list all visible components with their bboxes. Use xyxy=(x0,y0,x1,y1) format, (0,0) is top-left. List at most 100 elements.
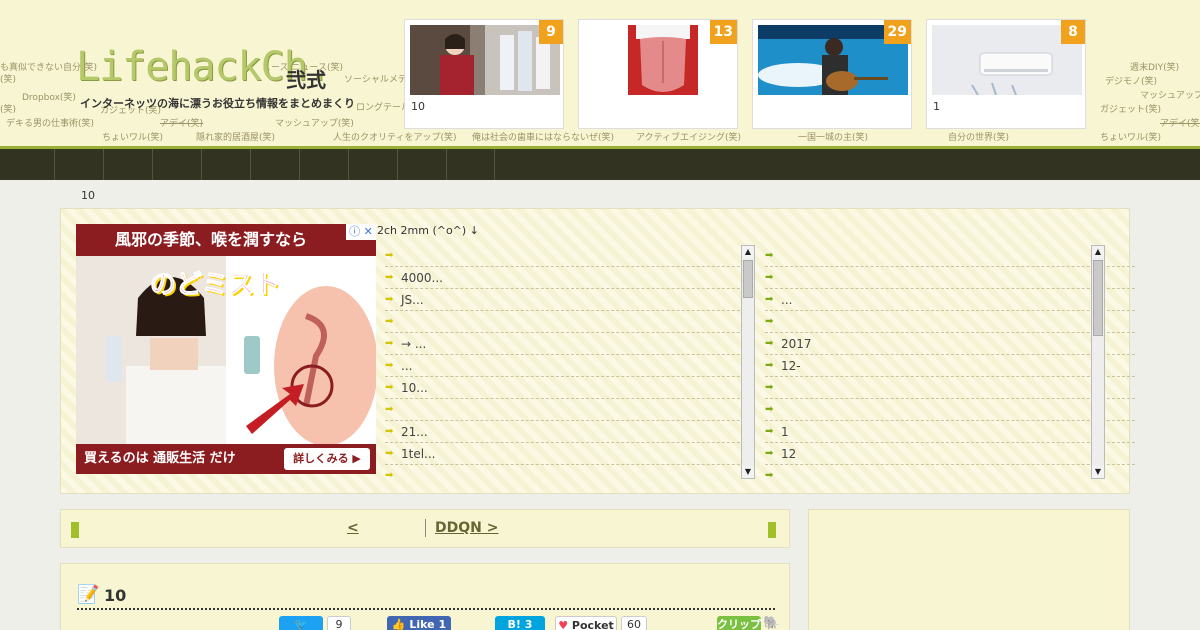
nav-item[interactable] xyxy=(103,149,152,180)
logo-suffix: 弐式 xyxy=(286,68,326,92)
ad-footer-text: 買えるのは 通販生活 だけ 詳しくみる ▶ xyxy=(76,444,376,474)
facebook-like-label: Like xyxy=(409,618,435,630)
feed-right-scrollbar[interactable]: ▲ ▼ xyxy=(1091,245,1105,479)
hatena-icon: B! xyxy=(507,618,521,630)
scrollbar-thumb[interactable] xyxy=(1093,260,1103,336)
ad-product-name: のどミスト xyxy=(149,270,281,301)
feed-link[interactable]: 21... xyxy=(385,421,755,443)
nav-item[interactable] xyxy=(446,149,495,180)
feed-link[interactable]: 12- xyxy=(765,355,1135,377)
bg-word: 人生のクオリティをアップ(笑) xyxy=(333,133,457,143)
feed-link[interactable]: 1 xyxy=(765,421,1135,443)
featured-thumbnail-3[interactable]: 29 xyxy=(752,19,912,129)
featured-thumbnail-4[interactable]: 8 1 xyxy=(926,19,1086,129)
scroll-up-arrow-icon[interactable]: ▲ xyxy=(742,246,754,258)
article-pager: < DDQN > xyxy=(60,509,790,548)
nav-item[interactable] xyxy=(201,149,250,180)
ad-headline: 風邪の季節、喉を潤すなら xyxy=(76,224,376,256)
facebook-like-button[interactable]: 👍 Like 1 xyxy=(387,616,451,630)
site-tagline: インターネッツの海に漂うお役立ち情報をまとめまくり xyxy=(80,97,355,110)
feed-link[interactable] xyxy=(385,245,755,267)
site-logo[interactable]: LifehackCh. 弐式 インターネッツの海に漂うお役立ち情報をまとめまくり xyxy=(76,44,376,114)
featured-thumbnail-1[interactable]: 9 10 xyxy=(404,19,564,129)
bg-word: 自分の世界(笑) xyxy=(948,133,1010,143)
feed-link[interactable]: 2017 xyxy=(765,333,1135,355)
bg-word: 一国一城の主(笑) xyxy=(798,133,869,143)
evernote-clip-button[interactable]: クリップ xyxy=(717,616,761,630)
feed-link[interactable] xyxy=(765,465,1135,479)
adchoices-icon[interactable]: ⓘ ✕ xyxy=(346,224,376,240)
scroll-down-arrow-icon[interactable]: ▼ xyxy=(1092,466,1104,478)
scroll-down-arrow-icon[interactable]: ▼ xyxy=(742,466,754,478)
bg-word: (笑) xyxy=(0,75,17,85)
facebook-like[interactable]: 👍 Like 1 xyxy=(387,616,453,630)
bg-word: ちょいワル(笑) xyxy=(102,133,164,143)
pager-left-marker xyxy=(71,522,79,538)
thumbnail-overlay xyxy=(758,95,908,125)
article: 📝 10 🐦 9 👍 Like 1 B! 3 ♥ Pocket 60 クリップ … xyxy=(60,563,790,630)
feed-link[interactable]: 1tel... xyxy=(385,443,755,465)
feed-link[interactable]: JS... xyxy=(385,289,755,311)
featured-thumbnail-2[interactable]: 13 xyxy=(578,19,738,129)
bg-word: Dropbox(笑) xyxy=(22,93,76,103)
thumbnail-overlay xyxy=(410,95,560,125)
scrollbar-thumb[interactable] xyxy=(743,260,753,298)
nav-item[interactable] xyxy=(250,149,299,180)
feed-link[interactable]: → ... xyxy=(385,333,755,355)
nav-item[interactable] xyxy=(299,149,348,180)
breadcrumb: 10 xyxy=(81,189,95,202)
sidebar-widget xyxy=(808,509,1130,630)
feed-link[interactable] xyxy=(385,465,755,479)
feed-link[interactable] xyxy=(765,399,1135,421)
nav-item[interactable] xyxy=(152,149,201,180)
nav-item[interactable] xyxy=(397,149,446,180)
thumbnail-image-air-conditioner xyxy=(932,25,1082,95)
twitter-bird-icon[interactable]: 🐦 xyxy=(279,616,323,630)
bg-word: アデイ(笑) xyxy=(1160,119,1200,129)
pager-divider xyxy=(425,519,426,537)
twitter-share[interactable]: 🐦 9 xyxy=(279,616,351,630)
feed-link[interactable] xyxy=(385,399,755,421)
nav-item[interactable] xyxy=(54,149,103,180)
scroll-up-arrow-icon[interactable]: ▲ xyxy=(1092,246,1104,258)
bg-word: マッシュアップ(笑) xyxy=(275,119,354,129)
next-article-link[interactable]: DDQN > xyxy=(435,520,547,536)
comment-count-badge: 13 xyxy=(709,20,737,44)
nav-item[interactable] xyxy=(348,149,397,180)
feed-link[interactable] xyxy=(765,377,1135,399)
ad-details-button[interactable]: 詳しくみる ▶ xyxy=(284,448,370,470)
memo-icon: 📝 xyxy=(77,584,100,605)
feed-link[interactable] xyxy=(385,311,755,333)
bg-word: デジモノ(笑) xyxy=(1105,77,1158,87)
hatena-bookmark-button[interactable]: B! 3 xyxy=(495,616,545,630)
feed-list-right: ... 2017 12- 1 12 xyxy=(765,245,1135,479)
feed-link[interactable]: ... xyxy=(765,289,1135,311)
bg-word: 隠れ家的居酒屋(笑) xyxy=(196,133,276,143)
evernote-clip[interactable]: クリップ 🐘 xyxy=(717,616,779,630)
feed-link[interactable]: ... xyxy=(385,355,755,377)
hatena-count: 3 xyxy=(524,618,533,630)
previous-article-link[interactable]: < xyxy=(347,520,413,536)
comment-count-badge: 29 xyxy=(883,20,911,44)
feed-list-left: 4000... JS... → ... ... 10... 21... 1tel… xyxy=(385,245,755,479)
pocket-count: 60 xyxy=(621,616,647,630)
feed-link[interactable] xyxy=(765,311,1135,333)
feed-link[interactable]: 12 xyxy=(765,443,1135,465)
feed-left-scrollbar[interactable]: ▲ ▼ xyxy=(741,245,755,479)
evernote-elephant-icon: 🐘 xyxy=(763,616,780,630)
feed-link[interactable]: 4000... xyxy=(385,267,755,289)
feed-link[interactable] xyxy=(765,267,1135,289)
ad-and-feed-panel: 風邪の季節、喉を潤すなら ⓘ ✕ のどミスト 買えるのは 通販生活 だけ 詳しく… xyxy=(60,208,1135,494)
feed-link[interactable]: 10... xyxy=(385,377,755,399)
article-title: 10 xyxy=(104,586,127,605)
feed-link[interactable] xyxy=(765,245,1135,267)
advertisement-banner[interactable]: 風邪の季節、喉を潤すなら ⓘ ✕ のどミスト 買えるのは 通販生活 だけ 詳しく… xyxy=(76,224,376,474)
article-header: 📝 10 xyxy=(77,584,775,610)
pocket-button[interactable]: ♥ Pocket xyxy=(555,616,617,630)
facebook-like-count: 1 xyxy=(438,618,447,630)
feed-heading: 2ch 2mm (^o^) ↓ xyxy=(377,224,479,237)
thumbnail-caption: 10 xyxy=(411,100,425,113)
pocket-save[interactable]: ♥ Pocket 60 xyxy=(555,616,651,630)
hatena-bookmark[interactable]: B! 3 xyxy=(495,616,547,630)
main-navigation xyxy=(0,146,1200,180)
